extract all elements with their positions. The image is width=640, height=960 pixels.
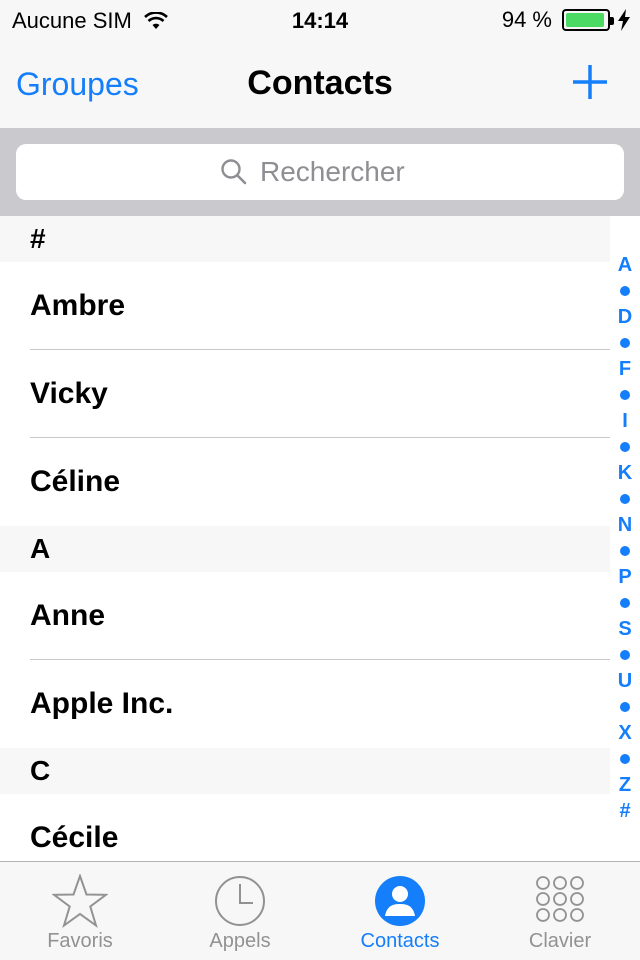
index-letter[interactable]: D (618, 304, 632, 330)
index-dot[interactable] (620, 598, 630, 608)
index-dot[interactable] (620, 286, 630, 296)
status-right: 94 % (502, 7, 630, 33)
bolt-icon (618, 9, 630, 31)
contact-row[interactable]: Anne (0, 572, 610, 660)
index-dot[interactable] (620, 754, 630, 764)
battery-fill (566, 13, 604, 27)
page-title: Contacts (247, 64, 393, 102)
index-letter[interactable]: Z (619, 772, 631, 798)
tab-favoris[interactable]: Favoris (0, 862, 160, 960)
index-dot[interactable] (620, 442, 630, 452)
section-header: C (0, 748, 610, 794)
contact-row[interactable]: Ambre (0, 262, 610, 350)
index-letter[interactable]: X (618, 720, 631, 746)
search-input[interactable] (260, 156, 420, 188)
tab-bar: Favoris Appels Contacts Clavier (0, 861, 640, 960)
index-letter[interactable]: P (618, 564, 631, 590)
index-letter[interactable]: F (619, 356, 631, 382)
index-dot[interactable] (620, 702, 630, 712)
index-letter[interactable]: # (619, 798, 630, 824)
plus-icon[interactable] (570, 62, 610, 102)
status-bar: Aucune SIM 14:14 94 % (0, 0, 640, 40)
battery-nub (610, 17, 614, 25)
index-dot[interactable] (620, 546, 630, 556)
tab-label: Clavier (528, 930, 592, 952)
clock-icon (215, 876, 265, 926)
tab-contacts[interactable]: Contacts (320, 862, 480, 960)
index-letter[interactable]: U (618, 668, 632, 694)
battery-percent: 94 % (501, 7, 552, 32)
tab-label: Contacts (360, 930, 440, 952)
contacts-icon (375, 876, 425, 926)
tab-label: Appels (209, 930, 271, 952)
navigation-bar: Groupes Contacts (0, 40, 640, 128)
index-dot[interactable] (620, 650, 630, 660)
contact-row[interactable]: Céline (0, 438, 610, 526)
index-dot[interactable] (620, 494, 630, 504)
star-icon (52, 874, 108, 928)
contact-row[interactable]: Apple Inc. (0, 660, 610, 748)
index-letter[interactable]: I (622, 408, 628, 434)
search-icon (221, 159, 247, 185)
index-letter[interactable]: S (618, 616, 631, 642)
index-letter[interactable]: A (618, 252, 632, 278)
index-letter[interactable]: K (618, 460, 632, 486)
search-bar (0, 128, 640, 216)
section-header: A (0, 526, 610, 572)
tab-appels[interactable]: Appels (160, 862, 320, 960)
contact-list: # Ambre Vicky Céline A Anne Apple Inc. C… (0, 216, 610, 882)
index-letter[interactable]: N (618, 512, 632, 538)
section-header: # (0, 216, 610, 262)
index-dot[interactable] (620, 390, 630, 400)
tab-label: Favoris (47, 930, 113, 952)
index-dot[interactable] (620, 338, 630, 348)
contact-row[interactable]: Vicky (0, 350, 610, 438)
tab-clavier[interactable]: Clavier (480, 862, 640, 960)
battery-icon (562, 9, 614, 31)
section-index[interactable]: A D F I K N P S U X Z # (610, 252, 640, 824)
keypad-icon (536, 876, 584, 922)
search-box[interactable] (16, 144, 624, 200)
